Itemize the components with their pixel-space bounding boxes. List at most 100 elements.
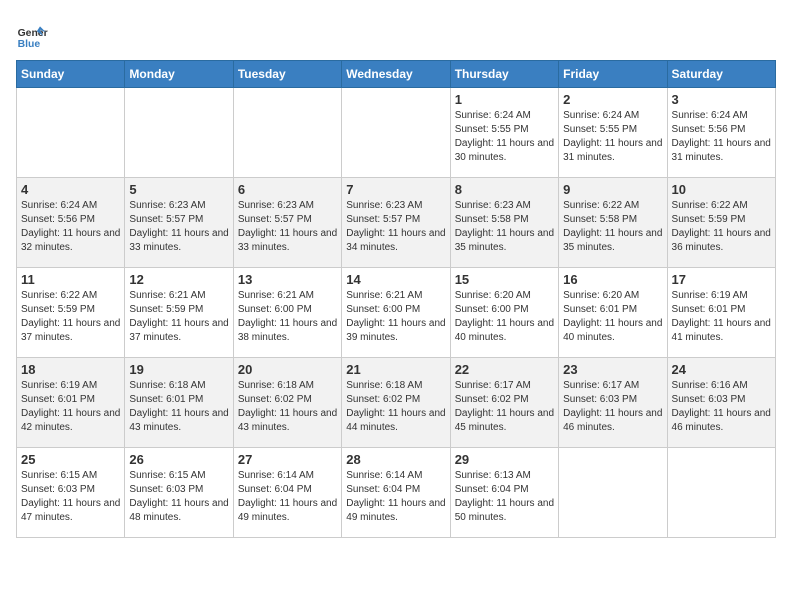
calendar-cell: 14 Sunrise: 6:21 AMSunset: 6:00 PMDayligh… — [342, 268, 450, 358]
day-info: Sunrise: 6:16 AMSunset: 6:03 PMDaylight:… — [672, 379, 771, 435]
logo: General Blue — [16, 20, 48, 52]
day-info: Sunrise: 6:13 AMSunset: 6:04 PMDaylight:… — [455, 469, 554, 525]
day-info: Sunrise: 6:14 AMSunset: 6:04 PMDaylight:… — [346, 469, 445, 525]
calendar-header-saturday: Saturday — [667, 61, 775, 88]
calendar-cell: 7 Sunrise: 6:23 AMSunset: 5:57 PMDaylight… — [342, 178, 450, 268]
day-info: Sunrise: 6:23 AMSunset: 5:58 PMDaylight:… — [455, 199, 554, 255]
calendar-cell: 22Sunrise: 6:17 AMSunset: 6:02 PMDayligh… — [450, 358, 558, 448]
day-info: Sunrise: 6:19 AMSunset: 6:01 PMDaylight:… — [21, 379, 120, 435]
day-info: Sunrise: 6:22 AMSunset: 5:58 PMDaylight:… — [563, 199, 662, 255]
svg-text:General: General — [18, 28, 48, 39]
calendar-cell — [17, 88, 125, 178]
day-info: Sunrise: 6:15 AMSunset: 6:03 PMDaylight:… — [21, 469, 120, 525]
day-info: Sunrise: 6:14 AMSunset: 6:04 PMDaylight:… — [238, 469, 337, 525]
day-number: 9 — [563, 182, 662, 197]
day-info: Sunrise: 6:23 AMSunset: 5:57 PMDaylight:… — [346, 199, 445, 255]
day-number: 24 — [672, 362, 771, 377]
day-number: 6 — [238, 182, 337, 197]
day-number: 19 — [129, 362, 228, 377]
calendar-cell: 10 Sunrise: 6:22 AMSunset: 5:59 PMDayligh… — [667, 178, 775, 268]
calendar-header-monday: Monday — [125, 61, 233, 88]
day-number: 4 — [21, 182, 120, 197]
calendar-cell: 24 Sunrise: 6:16 AMSunset: 6:03 PMDayligh… — [667, 358, 775, 448]
day-info: Sunrise: 6:15 AMSunset: 6:03 PMDaylight:… — [129, 469, 228, 525]
day-info: Sunrise: 6:18 AMSunset: 6:02 PMDaylight:… — [346, 379, 445, 435]
calendar-cell: 18 Sunrise: 6:19 AMSunset: 6:01 PMDayligh… — [17, 358, 125, 448]
calendar-header-row: SundayMondayTuesdayWednesdayThursdayFrid… — [17, 61, 776, 88]
calendar-cell: 19 Sunrise: 6:18 AMSunset: 6:01 PMDayligh… — [125, 358, 233, 448]
day-number: 12 — [129, 272, 228, 287]
calendar-week-3: 11 Sunrise: 6:22 AMSunset: 5:59 PMDayligh… — [17, 268, 776, 358]
calendar-cell — [342, 88, 450, 178]
calendar-body: 1Sunrise: 6:24 AMSunset: 5:55 PMDaylight… — [17, 88, 776, 538]
day-info: Sunrise: 6:19 AMSunset: 6:01 PMDaylight:… — [672, 289, 771, 345]
day-number: 26 — [129, 452, 228, 467]
day-info: Sunrise: 6:24 AMSunset: 5:56 PMDaylight:… — [672, 109, 771, 165]
page-header: General Blue — [16, 16, 776, 52]
day-info: Sunrise: 6:24 AMSunset: 5:55 PMDaylight:… — [563, 109, 662, 165]
calendar-week-1: 1Sunrise: 6:24 AMSunset: 5:55 PMDaylight… — [17, 88, 776, 178]
day-number: 28 — [346, 452, 445, 467]
calendar-header-friday: Friday — [559, 61, 667, 88]
calendar-cell: 28 Sunrise: 6:14 AMSunset: 6:04 PMDayligh… — [342, 448, 450, 538]
day-info: Sunrise: 6:23 AMSunset: 5:57 PMDaylight:… — [129, 199, 228, 255]
day-number: 21 — [346, 362, 445, 377]
day-number: 5 — [129, 182, 228, 197]
calendar-cell: 13Sunrise: 6:21 AMSunset: 6:00 PMDayligh… — [233, 268, 341, 358]
day-info: Sunrise: 6:22 AMSunset: 5:59 PMDaylight:… — [672, 199, 771, 255]
calendar-cell: 16 Sunrise: 6:20 AMSunset: 6:01 PMDayligh… — [559, 268, 667, 358]
calendar-week-5: 25 Sunrise: 6:15 AMSunset: 6:03 PMDayligh… — [17, 448, 776, 538]
day-info: Sunrise: 6:17 AMSunset: 6:03 PMDaylight:… — [563, 379, 662, 435]
calendar-cell: 12 Sunrise: 6:21 AMSunset: 5:59 PMDayligh… — [125, 268, 233, 358]
day-number: 17 — [672, 272, 771, 287]
calendar-cell: 23 Sunrise: 6:17 AMSunset: 6:03 PMDayligh… — [559, 358, 667, 448]
calendar-cell: 17 Sunrise: 6:19 AMSunset: 6:01 PMDayligh… — [667, 268, 775, 358]
calendar-cell: 6Sunrise: 6:23 AMSunset: 5:57 PMDaylight… — [233, 178, 341, 268]
calendar-cell: 27 Sunrise: 6:14 AMSunset: 6:04 PMDayligh… — [233, 448, 341, 538]
day-number: 2 — [563, 92, 662, 107]
calendar-cell: 2 Sunrise: 6:24 AMSunset: 5:55 PMDaylight… — [559, 88, 667, 178]
day-number: 16 — [563, 272, 662, 287]
day-number: 10 — [672, 182, 771, 197]
day-number: 27 — [238, 452, 337, 467]
day-number: 7 — [346, 182, 445, 197]
calendar-cell: 15Sunrise: 6:20 AMSunset: 6:00 PMDayligh… — [450, 268, 558, 358]
calendar-cell: 25 Sunrise: 6:15 AMSunset: 6:03 PMDayligh… — [17, 448, 125, 538]
day-number: 29 — [455, 452, 554, 467]
day-info: Sunrise: 6:21 AMSunset: 6:00 PMDaylight:… — [346, 289, 445, 345]
day-info: Sunrise: 6:18 AMSunset: 6:01 PMDaylight:… — [129, 379, 228, 435]
calendar-cell: 9 Sunrise: 6:22 AMSunset: 5:58 PMDaylight… — [559, 178, 667, 268]
calendar-cell — [233, 88, 341, 178]
calendar-header-sunday: Sunday — [17, 61, 125, 88]
day-number: 25 — [21, 452, 120, 467]
calendar-header-wednesday: Wednesday — [342, 61, 450, 88]
calendar-cell: 1Sunrise: 6:24 AMSunset: 5:55 PMDaylight… — [450, 88, 558, 178]
day-number: 13 — [238, 272, 337, 287]
calendar-cell: 11 Sunrise: 6:22 AMSunset: 5:59 PMDayligh… — [17, 268, 125, 358]
calendar-cell: 5 Sunrise: 6:23 AMSunset: 5:57 PMDaylight… — [125, 178, 233, 268]
calendar-header-thursday: Thursday — [450, 61, 558, 88]
day-info: Sunrise: 6:20 AMSunset: 6:01 PMDaylight:… — [563, 289, 662, 345]
day-number: 11 — [21, 272, 120, 287]
calendar-cell: 3 Sunrise: 6:24 AMSunset: 5:56 PMDaylight… — [667, 88, 775, 178]
day-number: 20 — [238, 362, 337, 377]
calendar-week-4: 18 Sunrise: 6:19 AMSunset: 6:01 PMDayligh… — [17, 358, 776, 448]
calendar-cell: 4 Sunrise: 6:24 AMSunset: 5:56 PMDaylight… — [17, 178, 125, 268]
day-number: 15 — [455, 272, 554, 287]
logo-icon: General Blue — [16, 20, 48, 52]
day-info: Sunrise: 6:24 AMSunset: 5:55 PMDaylight:… — [455, 109, 554, 165]
day-info: Sunrise: 6:24 AMSunset: 5:56 PMDaylight:… — [21, 199, 120, 255]
calendar-cell: 29 Sunrise: 6:13 AMSunset: 6:04 PMDayligh… — [450, 448, 558, 538]
calendar-cell — [559, 448, 667, 538]
calendar-header-tuesday: Tuesday — [233, 61, 341, 88]
calendar-table: SundayMondayTuesdayWednesdayThursdayFrid… — [16, 60, 776, 538]
day-info: Sunrise: 6:22 AMSunset: 5:59 PMDaylight:… — [21, 289, 120, 345]
day-number: 18 — [21, 362, 120, 377]
day-info: Sunrise: 6:21 AMSunset: 5:59 PMDaylight:… — [129, 289, 228, 345]
day-number: 3 — [672, 92, 771, 107]
calendar-cell: 21 Sunrise: 6:18 AMSunset: 6:02 PMDayligh… — [342, 358, 450, 448]
day-number: 14 — [346, 272, 445, 287]
day-number: 23 — [563, 362, 662, 377]
day-info: Sunrise: 6:17 AMSunset: 6:02 PMDaylight:… — [455, 379, 554, 435]
calendar-week-2: 4 Sunrise: 6:24 AMSunset: 5:56 PMDaylight… — [17, 178, 776, 268]
